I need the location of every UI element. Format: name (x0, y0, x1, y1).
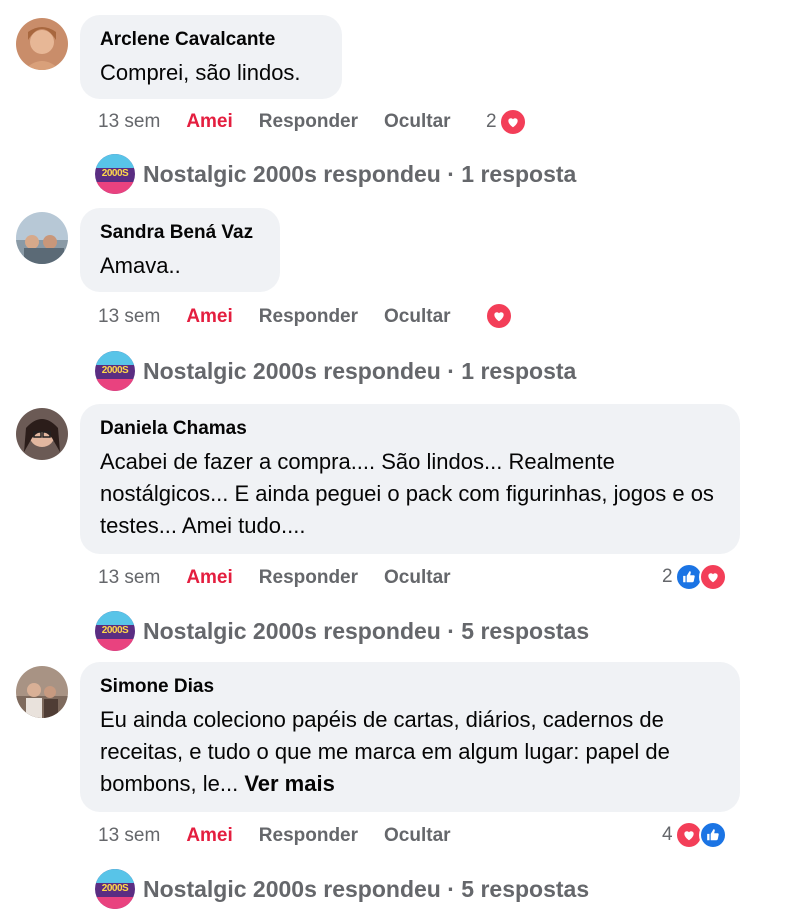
reaction-summary[interactable]: 2 (662, 562, 727, 592)
avatar[interactable] (16, 18, 68, 70)
page-avatar: 2000S (95, 351, 135, 391)
replies-summary[interactable]: 2000S Nostalgic 2000s respondeu · 5 resp… (95, 611, 589, 651)
hide-button[interactable]: Ocultar (384, 567, 451, 589)
comment-bubble: Arclene Cavalcante Comprei, são lindos. (80, 15, 342, 99)
see-more-link[interactable]: Ver mais (244, 771, 335, 796)
comment-time[interactable]: 13 sem (98, 306, 160, 328)
hide-button[interactable]: Ocultar (384, 825, 451, 847)
comment-actions: 13 sem Amei Responder Ocultar (98, 822, 477, 850)
replies-summary-text: Nostalgic 2000s respondeu · 5 respostas (143, 875, 590, 902)
heart-icon (498, 108, 527, 136)
reaction-count: 2 (486, 111, 497, 132)
reply-button[interactable]: Responder (259, 111, 358, 133)
replies-summary[interactable]: 2000S Nostalgic 2000s respondeu · 1 resp… (95, 154, 576, 194)
like-icon (698, 821, 727, 849)
comment-time[interactable]: 13 sem (98, 111, 160, 133)
reaction-count: 4 (662, 824, 673, 845)
replies-summary[interactable]: 2000S Nostalgic 2000s respondeu · 5 resp… (95, 869, 589, 909)
comment-author[interactable]: Daniela Chamas (100, 418, 720, 440)
comment-author[interactable]: Simone Dias (100, 676, 720, 698)
reaction-button[interactable]: Amei (186, 567, 232, 589)
comment-actions: 13 sem Amei Responder Ocultar (98, 303, 477, 331)
heart-icon (698, 563, 727, 591)
replies-summary-text: Nostalgic 2000s respondeu · 1 resposta (143, 160, 577, 187)
comment-text: Comprei, são lindos. (100, 60, 301, 85)
comment-actions: 13 sem Amei Responder Ocultar (98, 108, 477, 136)
reaction-summary[interactable]: 4 (662, 820, 727, 850)
comment-text: Amava.. (100, 253, 181, 278)
reaction-summary[interactable] (483, 301, 513, 331)
comment-time[interactable]: 13 sem (98, 567, 160, 589)
avatar[interactable] (16, 666, 68, 718)
comment-author[interactable]: Sandra Bená Vaz (100, 222, 260, 244)
heart-icon (485, 302, 513, 330)
comment-text: Eu ainda coleciono papéis de cartas, diá… (100, 704, 720, 800)
reaction-button[interactable]: Amei (186, 111, 232, 133)
comment-time[interactable]: 13 sem (98, 825, 160, 847)
comment-text-content: Eu ainda coleciono papéis de cartas, diá… (100, 707, 670, 796)
reply-button[interactable]: Responder (259, 306, 358, 328)
replies-summary-text: Nostalgic 2000s respondeu · 1 resposta (143, 357, 577, 384)
page-avatar: 2000S (95, 869, 135, 909)
page-avatar: 2000S (95, 611, 135, 651)
comment-bubble: Daniela Chamas Acabei de fazer a compra.… (80, 404, 740, 554)
hide-button[interactable]: Ocultar (384, 111, 451, 133)
comment-author[interactable]: Arclene Cavalcante (100, 29, 322, 51)
reply-button[interactable]: Responder (259, 825, 358, 847)
reaction-button[interactable]: Amei (186, 825, 232, 847)
comment-text: Acabei de fazer a compra.... São lindos.… (100, 449, 714, 538)
hide-button[interactable]: Ocultar (384, 306, 451, 328)
avatar[interactable] (16, 408, 68, 460)
comment-bubble: Sandra Bená Vaz Amava.. (80, 208, 280, 292)
comment-actions: 13 sem Amei Responder Ocultar (98, 564, 477, 592)
replies-summary[interactable]: 2000S Nostalgic 2000s respondeu · 1 resp… (95, 351, 576, 391)
comment-bubble: Simone Dias Eu ainda coleciono papéis de… (80, 662, 740, 812)
avatar[interactable] (16, 212, 68, 264)
replies-summary-text: Nostalgic 2000s respondeu · 5 respostas (143, 617, 590, 644)
reply-button[interactable]: Responder (259, 567, 358, 589)
reaction-button[interactable]: Amei (186, 306, 232, 328)
page-avatar: 2000S (95, 154, 135, 194)
reaction-summary[interactable]: 2 (486, 107, 527, 137)
reaction-count: 2 (662, 566, 673, 587)
